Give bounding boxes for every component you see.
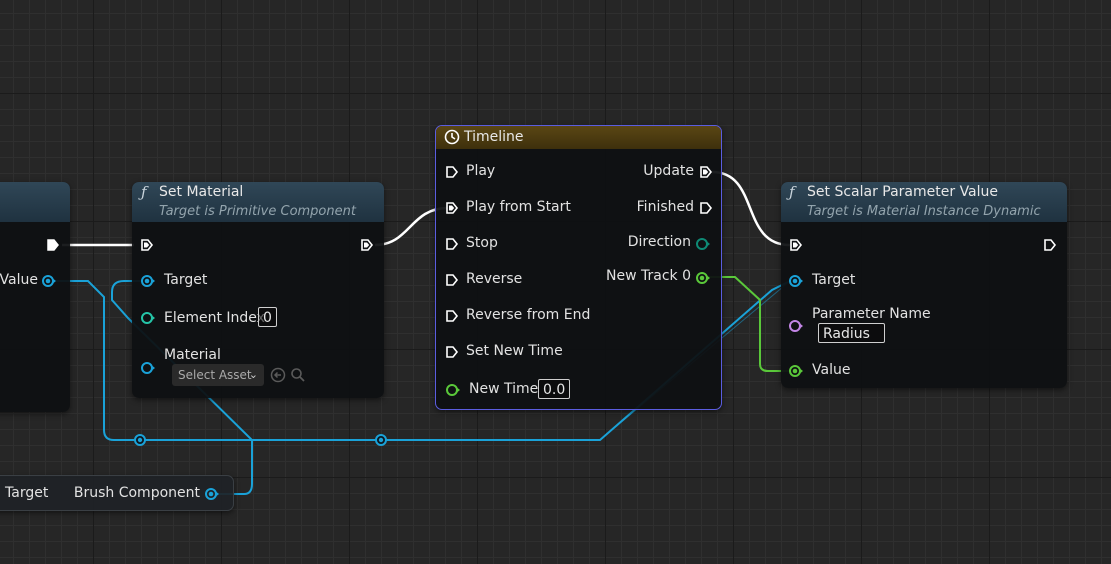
- stop-label: Stop: [466, 235, 498, 251]
- material-label: Material: [164, 347, 221, 363]
- new-time-label: New Time: [469, 381, 539, 397]
- brush-component-node[interactable]: Target Brush Component: [0, 475, 234, 511]
- set-material-subtitle: Target is Primitive Component: [159, 204, 356, 219]
- timeline-title: Timeline: [464, 129, 524, 145]
- finished-exec-pin[interactable]: [699, 201, 713, 215]
- value-label: Value: [812, 362, 851, 378]
- stop-exec-pin[interactable]: [445, 237, 459, 251]
- left-node[interactable]: Value: [0, 182, 70, 412]
- function-icon: ƒ: [789, 183, 795, 201]
- parameter-name-label: Parameter Name: [812, 306, 931, 322]
- exec-wire-update-to-set-scalar: [711, 170, 791, 247]
- new-time-field[interactable]: 0.0: [538, 379, 571, 399]
- search-icon[interactable]: [290, 367, 306, 383]
- set-scalar-subtitle: Target is Material Instance Dynamic: [807, 204, 1041, 219]
- brush-component-label: Brush Component: [73, 485, 200, 501]
- set-new-time-exec-pin[interactable]: [445, 345, 459, 359]
- left-node-header: [0, 182, 70, 222]
- element-index-label: Element Index: [164, 310, 265, 326]
- target-object-pin[interactable]: [141, 274, 155, 288]
- exec-out-pin[interactable]: [46, 238, 60, 252]
- update-exec-pin[interactable]: [699, 165, 713, 179]
- update-label: Update: [643, 163, 694, 179]
- timeline-node[interactable]: Timeline Play Play from Start Stop Rever…: [435, 125, 722, 410]
- exec-in-pin[interactable]: [789, 238, 803, 252]
- exec-in-pin[interactable]: [140, 238, 154, 252]
- play-exec-pin[interactable]: [445, 165, 459, 179]
- direction-enum-pin[interactable]: [696, 237, 710, 251]
- new-track-label: New Track 0: [606, 268, 691, 284]
- target-label: Target: [5, 485, 49, 501]
- value-object-pin[interactable]: [42, 274, 56, 288]
- direction-label: Direction: [627, 234, 691, 250]
- reverse-label: Reverse: [466, 271, 523, 287]
- reroute-knot[interactable]: [134, 434, 146, 446]
- select-asset-label: Select Asset: [178, 368, 252, 382]
- brush-component-object-pin[interactable]: [205, 487, 219, 501]
- new-track-float-pin[interactable]: [696, 271, 710, 285]
- reverse-exec-pin[interactable]: [445, 273, 459, 287]
- target-label: Target: [812, 272, 856, 288]
- reverse-from-end-exec-pin[interactable]: [445, 309, 459, 323]
- select-asset-dropdown[interactable]: Select Asset ⌄: [172, 364, 264, 386]
- function-icon: ƒ: [141, 183, 147, 201]
- set-scalar-parameter-node[interactable]: ƒ Set Scalar Parameter Value Target is M…: [781, 182, 1067, 388]
- finished-label: Finished: [636, 199, 694, 215]
- parameter-name-pin[interactable]: [789, 319, 803, 333]
- play-label: Play: [466, 163, 496, 179]
- set-new-time-label: Set New Time: [466, 343, 563, 359]
- element-index-field[interactable]: 0: [258, 307, 277, 327]
- clock-icon: [444, 129, 460, 145]
- target-object-pin[interactable]: [789, 274, 803, 288]
- reverse-from-end-label: Reverse from End: [466, 307, 591, 323]
- set-scalar-title: Set Scalar Parameter Value: [807, 184, 999, 200]
- exec-out-pin[interactable]: [1043, 238, 1057, 252]
- value-float-pin[interactable]: [789, 364, 803, 378]
- target-label: Target: [164, 272, 208, 288]
- set-material-node[interactable]: ƒ Set Material Target is Primitive Compo…: [132, 182, 384, 398]
- set-material-title: Set Material: [159, 184, 244, 200]
- play-from-start-label: Play from Start: [466, 199, 571, 215]
- use-selected-asset-icon[interactable]: [270, 367, 286, 383]
- material-object-pin[interactable]: [141, 361, 155, 375]
- value-pin-label: Value: [0, 272, 38, 288]
- parameter-name-field[interactable]: Radius: [818, 323, 885, 343]
- play-from-start-exec-pin[interactable]: [445, 201, 459, 215]
- chevron-down-icon: ⌄: [248, 368, 258, 381]
- reroute-knot[interactable]: [375, 434, 387, 446]
- exec-out-pin[interactable]: [360, 238, 374, 252]
- new-time-float-pin[interactable]: [446, 383, 460, 397]
- element-index-int-pin[interactable]: [141, 311, 155, 325]
